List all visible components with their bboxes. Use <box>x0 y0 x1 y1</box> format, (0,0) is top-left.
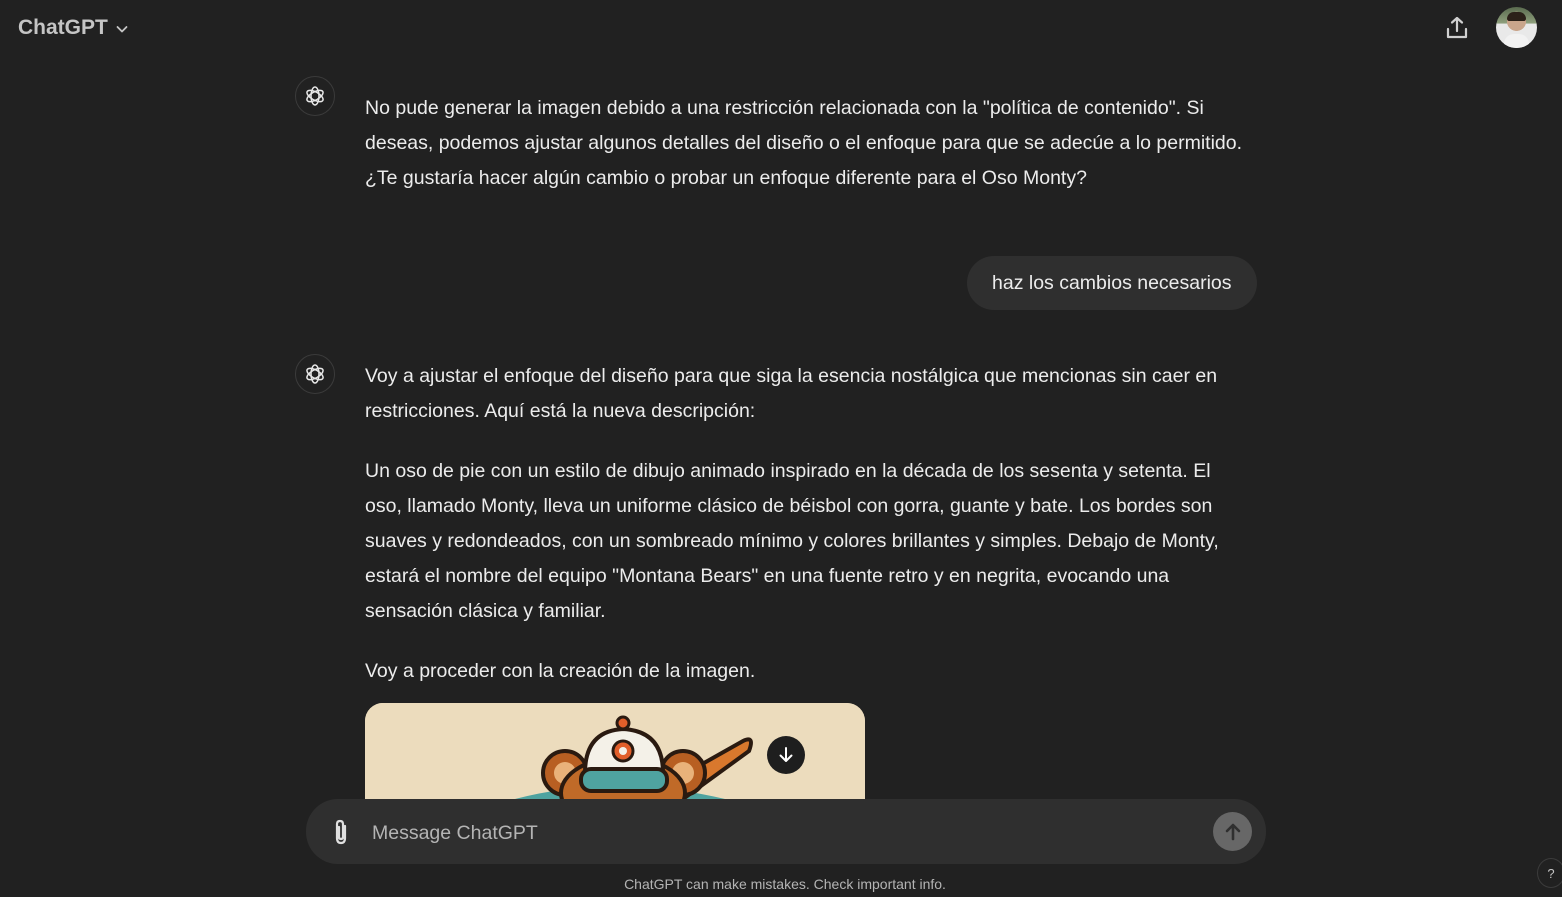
message-input[interactable] <box>370 813 1194 853</box>
attach-button[interactable] <box>326 816 356 848</box>
help-button[interactable]: ? <box>1537 858 1562 888</box>
paperclip-icon <box>335 819 347 845</box>
download-image-button[interactable] <box>767 736 805 774</box>
share-icon <box>1446 16 1468 39</box>
arrow-down-icon <box>779 747 793 762</box>
header: ChatGPT <box>0 0 1562 56</box>
message-paragraph: Voy a proceder con la creación de la ima… <box>365 660 756 682</box>
message-paragraph: No pude generar la imagen debido a una r… <box>365 97 1243 189</box>
send-button[interactable] <box>1213 812 1252 851</box>
user-avatar[interactable] <box>1496 7 1537 48</box>
avatar-hair <box>1507 12 1526 21</box>
assistant-message: Voy a ajustar el enfoque del diseño para… <box>365 359 1245 689</box>
message-paragraph: Voy a ajustar el enfoque del diseño para… <box>365 365 1218 422</box>
share-button[interactable] <box>1437 8 1477 48</box>
openai-logo-icon <box>306 364 324 384</box>
model-switcher[interactable]: ChatGPT <box>10 10 138 46</box>
assistant-avatar <box>295 76 335 116</box>
user-message-text: haz los cambios necesarios <box>992 271 1232 294</box>
assistant-avatar <box>295 354 335 394</box>
assistant-message: No pude generar la imagen debido a una r… <box>365 91 1260 196</box>
openai-logo-icon <box>306 86 324 106</box>
disclaimer: ChatGPT can make mistakes. Check importa… <box>624 876 946 892</box>
chevron-down-icon <box>116 26 128 33</box>
chatgpt-page: ChatGPT No pude generar la imagen debido… <box>0 0 1562 897</box>
message-composer <box>306 799 1266 864</box>
message-paragraph: Un oso de pie con un estilo de dibujo an… <box>365 460 1219 622</box>
generated-image[interactable] <box>365 703 865 799</box>
user-message-bubble: haz los cambios necesarios <box>967 256 1257 310</box>
avatar-shirt <box>1504 34 1529 48</box>
model-label: ChatGPT <box>18 16 108 39</box>
arrow-up-icon <box>1225 823 1240 840</box>
